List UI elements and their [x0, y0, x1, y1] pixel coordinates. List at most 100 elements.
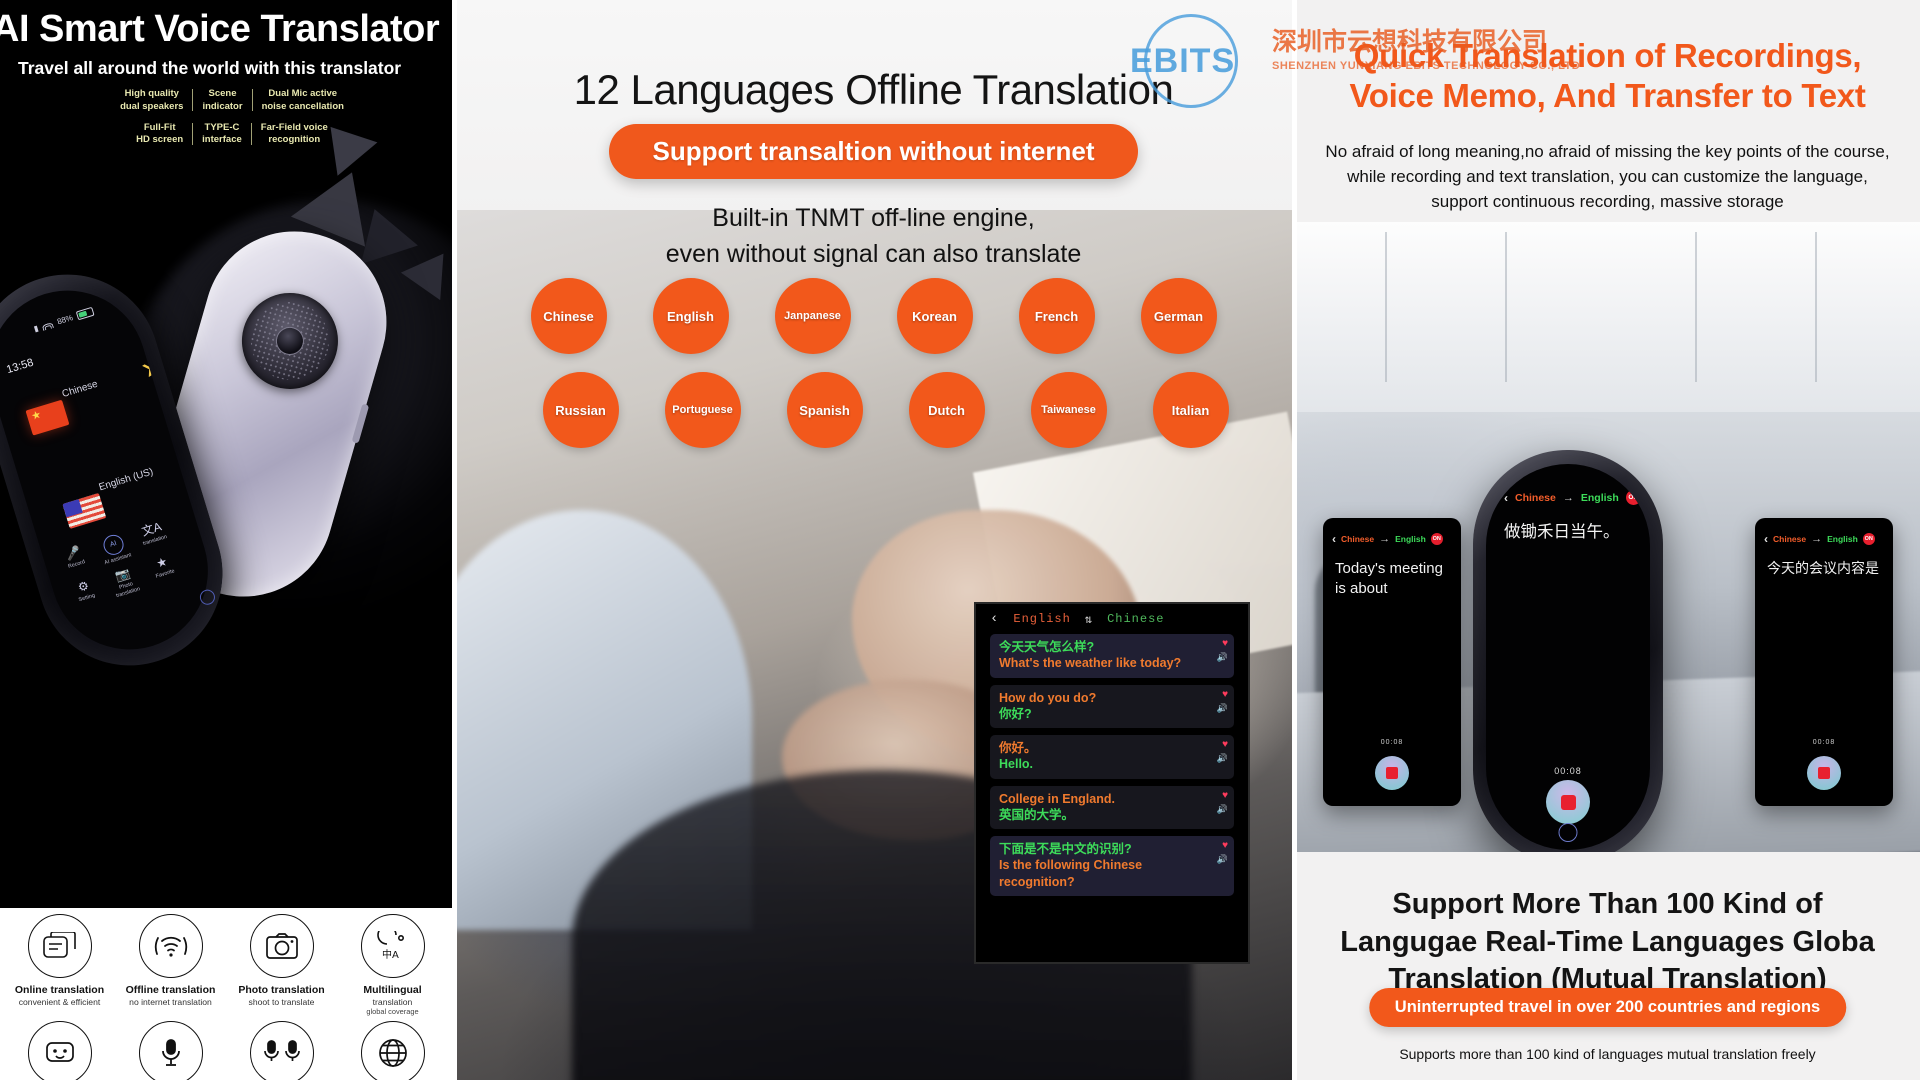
chevron-left-icon[interactable]: ‹ [1504, 491, 1508, 505]
wifi-icon [41, 320, 55, 331]
speaker-icon[interactable]: 🔊 [1217, 804, 1228, 815]
battery-icon [76, 306, 96, 321]
feature-line: Far-Field voice [260, 121, 328, 133]
middle-heading: 12 Languages Offline Translation [573, 66, 1174, 114]
middle-subheading: Built-in TNMT off-line engine, even with… [452, 200, 1295, 273]
language-chip-italian[interactable]: Italian [1152, 372, 1229, 448]
target-language[interactable]: English [1395, 534, 1426, 544]
speaker-icon[interactable]: 🔊 [1217, 652, 1228, 663]
subheading-line-1: Built-in TNMT off-line engine, [712, 204, 1035, 232]
chat-bubble[interactable]: College in England. 英国的大学。 ♥ 🔊 [990, 785, 1234, 829]
grid-item-offline-translation[interactable]: Offline translation no internet translat… [119, 914, 223, 1008]
chat-source-language[interactable]: English [1013, 612, 1070, 626]
device-menu-item-record[interactable]: 🎤 Record [56, 543, 93, 573]
grid-item-dual-mic[interactable]: Dual Mic active noise cancellation preci… [230, 1020, 334, 1080]
feature-line: interface [202, 134, 242, 146]
secondary-right-header: ‹ Chinese → English ON [1755, 518, 1893, 546]
chevron-left-icon[interactable]: ‹ [990, 611, 999, 627]
device-menu-item-setting[interactable]: ⚙ Setting [66, 577, 103, 607]
language-chip-spanish[interactable]: Spanish [786, 372, 863, 448]
language-row-2: Russian Portuguese Spanish Dutch Taiwane… [476, 372, 1295, 448]
heart-icon[interactable]: ♥ [1222, 638, 1228, 649]
language-chip-dutch[interactable]: Dutch [908, 372, 985, 448]
source-language[interactable]: Chinese [1773, 534, 1806, 544]
heart-icon[interactable]: ♥ [1222, 739, 1228, 750]
transcript-text: 今天的会议内容是 [1767, 560, 1879, 576]
grid-label-primary: Online translation [14, 984, 105, 996]
home-indicator[interactable] [1558, 823, 1578, 842]
chat-text-target: Hello. [999, 757, 1034, 772]
speaker-icon[interactable]: 🔊 [1217, 854, 1228, 865]
grid-item-13-systems[interactable]: 13 systems languages [341, 1020, 445, 1080]
device-secondary-right: ‹ Chinese → English ON 今天的会议内容是 00:08 [1755, 518, 1893, 806]
chat-bubble[interactable]: 你好。 Hello. ♥ 🔊 [990, 735, 1234, 779]
feature-line: noise cancellation [261, 100, 344, 112]
battery-percent: 88% [56, 313, 74, 327]
target-language[interactable]: English [1581, 492, 1619, 504]
chevron-left-icon[interactable]: ‹ [1332, 532, 1336, 546]
swap-arrows-icon[interactable]: ⇅ [1085, 612, 1093, 627]
grid-item-photo-translation[interactable]: Photo translation shoot to translate [230, 914, 334, 1008]
target-language[interactable]: English [1827, 534, 1858, 544]
chat-bubble[interactable]: 下面是不是中文的识别? Is the following Chinese rec… [990, 836, 1234, 896]
language-chip-russian[interactable]: Russian [542, 372, 619, 448]
device-menu-item-photo[interactable]: 📷 Photo translation [106, 565, 145, 601]
feature-divider [192, 122, 194, 145]
grid-item-smart-recording[interactable]: Smart recording speech-to-text [119, 1020, 223, 1080]
stop-record-icon[interactable] [1546, 780, 1590, 824]
right-heading2-line-2: Langugae Real-Time Languages Globa [1340, 925, 1875, 958]
chat-bubble[interactable]: 今天天气怎么样? What's the weather like today? … [990, 634, 1234, 678]
middle-pill-banner: Support transaltion without internet [608, 124, 1139, 179]
device-menu-item-ai[interactable]: AI AI assistant [95, 531, 134, 568]
chevron-left-icon[interactable]: ‹ [1764, 532, 1768, 546]
stop-record-icon[interactable] [1807, 756, 1841, 790]
feature-line: recognition [268, 134, 321, 146]
heart-icon[interactable]: ♥ [1222, 790, 1228, 801]
arrow-right-icon: → [1562, 491, 1574, 504]
feature-divider [250, 122, 252, 145]
feature-cell: TYPE-C interface [193, 122, 251, 148]
feature-line: Full-Fit [143, 121, 176, 133]
language-chip-korean[interactable]: Korean [896, 278, 973, 354]
chat-bubble[interactable]: How do you do? 你好? ♥ 🔊 [990, 684, 1234, 728]
feature-cell: Dual Mic active noise cancellation [253, 88, 353, 114]
language-chip-chinese[interactable]: Chinese [530, 278, 607, 354]
language-chip-french[interactable]: French [1018, 278, 1095, 354]
device-menu-item-translation[interactable]: 文A translation [135, 519, 172, 549]
target-language-label[interactable]: English (US) [98, 466, 155, 493]
feature-line: Scene [208, 88, 237, 99]
left-hero: ▮ 88% 13:58 Chinese ❯ English (US) ❯ [0, 0, 452, 908]
language-chip-german[interactable]: German [1140, 278, 1217, 354]
feature-cell: Scene indicator [193, 88, 251, 114]
chat-target-language[interactable]: Chinese [1107, 612, 1164, 626]
grid-item-online-translation[interactable]: Online translation convenient & efficien… [8, 914, 112, 1008]
speaker-icon[interactable]: 🔊 [1217, 753, 1228, 764]
source-language[interactable]: Chinese [1341, 534, 1374, 544]
source-language[interactable]: Chinese [1515, 492, 1556, 504]
multilingual-icon: 中A [360, 914, 425, 978]
language-chip-taiwanese[interactable]: Taiwanese [1030, 372, 1107, 448]
language-chip-portuguese[interactable]: Portuguese [664, 372, 741, 448]
right-heading-2: Support More Than 100 Kind of Langugae R… [1295, 886, 1920, 999]
grid-label-tertiary: global coverage [366, 1006, 419, 1016]
icon-grid-row-1: Online translation convenient & efficien… [0, 914, 452, 1017]
language-chip-japanese[interactable]: Janpanese [774, 278, 851, 354]
chat-screen-overlay: ‹ English ⇅ Chinese 今天天气怎么样? What's the … [974, 602, 1250, 964]
chat-text-target: 你好? [999, 706, 1032, 721]
stop-record-icon[interactable] [1375, 756, 1409, 790]
speaker-icon[interactable]: 🔊 [1217, 703, 1228, 714]
language-circles: Chinese English Janpanese Korean French … [452, 278, 1295, 466]
chat-text-source: 下面是不是中文的识别? [999, 842, 1132, 856]
language-chip-english[interactable]: English [652, 278, 729, 354]
source-language-label[interactable]: Chinese [61, 379, 99, 400]
feature-line: dual speakers [120, 100, 184, 112]
heart-icon[interactable]: ♥ [1222, 689, 1228, 700]
device-menu-item-favorite[interactable]: ★ Favorite [145, 553, 182, 583]
feature-row-1: High quality dual speakers Scene indicat… [72, 88, 392, 114]
grid-item-multilingual[interactable]: 中A Multilingual translation global cover… [341, 914, 445, 1017]
feature-row-2: Full-Fit HD screen TYPE-C interface Far-… [72, 122, 392, 148]
heart-icon[interactable]: ♥ [1222, 840, 1228, 851]
grid-label-secondary: convenient & efficient [18, 997, 101, 1008]
feature-line: HD screen [136, 134, 184, 146]
grid-item-voice-assistant[interactable]: Voice Assistant say what you want [8, 1020, 112, 1080]
